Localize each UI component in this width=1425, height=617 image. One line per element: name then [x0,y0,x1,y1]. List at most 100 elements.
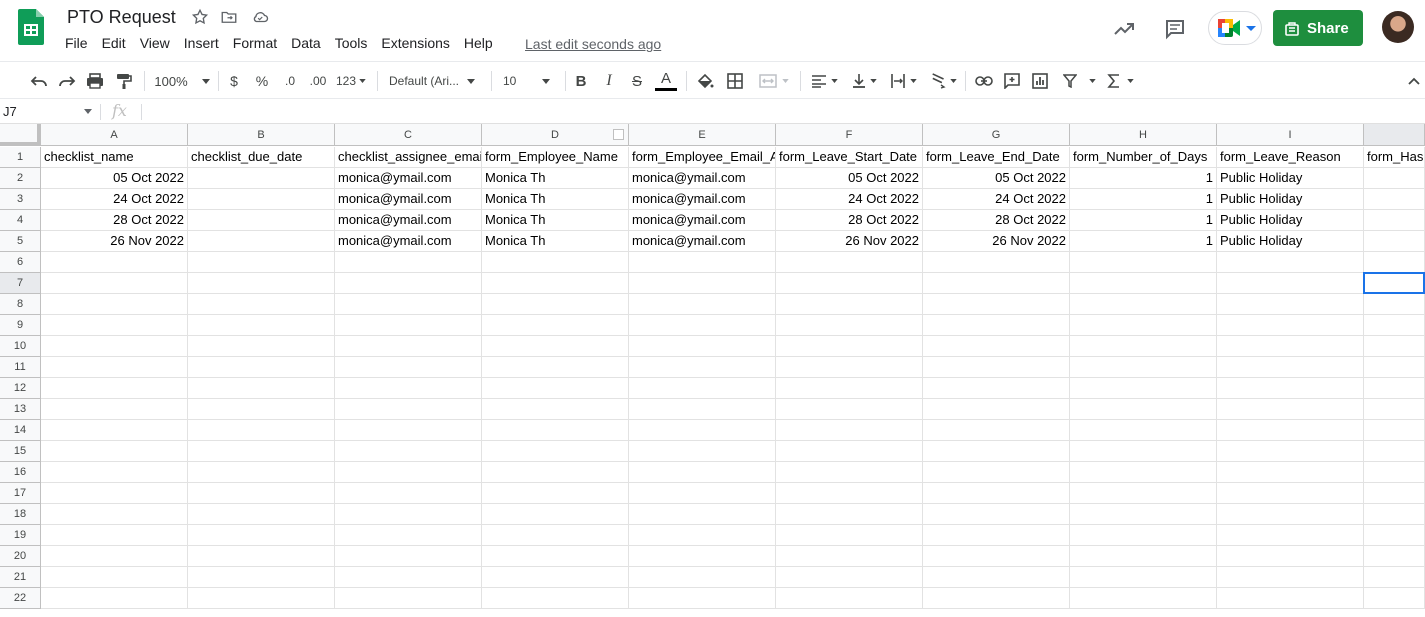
table-cell[interactable] [629,252,776,273]
table-cell[interactable]: Monica Th [482,189,629,210]
table-cell[interactable]: 05 Oct 2022 [776,168,923,189]
table-cell[interactable] [335,252,482,273]
table-cell[interactable] [1364,504,1425,525]
table-cell[interactable] [1364,441,1425,462]
table-cell[interactable] [629,273,776,294]
table-cell[interactable] [482,273,629,294]
table-cell[interactable] [335,525,482,546]
table-cell[interactable] [923,399,1070,420]
table-cell[interactable] [482,441,629,462]
table-cell[interactable] [1217,483,1364,504]
activity-dashboard-icon[interactable] [1112,17,1136,41]
table-cell[interactable] [776,504,923,525]
row-header-17[interactable]: 17 [0,483,41,504]
move-folder-icon[interactable] [220,8,238,26]
table-cell[interactable] [923,357,1070,378]
row-header-8[interactable]: 8 [0,294,41,315]
table-cell[interactable] [482,378,629,399]
table-cell[interactable] [1364,525,1425,546]
row-header-15[interactable]: 15 [0,441,41,462]
table-cell[interactable] [1364,252,1425,273]
sheets-logo-icon[interactable] [18,9,44,45]
table-cell[interactable] [629,294,776,315]
table-cell[interactable] [629,462,776,483]
menu-view[interactable]: View [140,35,170,55]
table-cell[interactable] [335,294,482,315]
currency-format-button[interactable]: $ [226,62,242,100]
table-cell[interactable] [335,504,482,525]
table-cell[interactable]: 26 Nov 2022 [776,231,923,252]
table-cell[interactable] [923,567,1070,588]
comments-icon[interactable] [1163,17,1187,41]
row-header-2[interactable]: 2 [0,168,41,189]
table-cell[interactable] [776,567,923,588]
table-cell[interactable]: Public Holiday [1217,189,1364,210]
table-cell[interactable]: monica@ymail.com [335,231,482,252]
name-box[interactable]: J7 [3,104,17,119]
menu-file[interactable]: File [65,35,88,55]
chevron-down-icon[interactable] [84,109,92,114]
header-cell[interactable]: form_Number_of_Days [1070,147,1217,168]
table-cell[interactable] [1070,462,1217,483]
table-cell[interactable] [335,546,482,567]
table-cell[interactable]: monica@ymail.com [335,168,482,189]
table-cell[interactable] [188,168,335,189]
table-cell[interactable] [1070,567,1217,588]
functions-button[interactable] [1104,62,1136,100]
table-cell[interactable] [1364,483,1425,504]
table-cell[interactable] [923,483,1070,504]
bold-button[interactable]: B [572,62,590,100]
table-cell[interactable] [1364,189,1425,210]
fill-color-button[interactable] [695,62,715,100]
insert-link-button[interactable] [974,62,994,100]
table-cell[interactable] [1070,273,1217,294]
table-cell[interactable] [776,525,923,546]
table-cell[interactable] [1070,504,1217,525]
row-header-9[interactable]: 9 [0,315,41,336]
table-cell[interactable]: Public Holiday [1217,168,1364,189]
table-cell[interactable] [1217,504,1364,525]
column-menu-icon[interactable] [613,129,624,140]
redo-button[interactable] [56,62,78,100]
column-header-c[interactable]: C [335,124,482,146]
table-cell[interactable] [1364,315,1425,336]
table-cell[interactable] [1217,546,1364,567]
table-cell[interactable] [482,420,629,441]
header-cell[interactable]: checklist_name [41,147,188,168]
table-cell[interactable]: 26 Nov 2022 [923,231,1070,252]
table-cell[interactable] [776,357,923,378]
table-cell[interactable] [1070,441,1217,462]
table-cell[interactable]: 28 Oct 2022 [776,210,923,231]
font-size-select[interactable]: 10 [503,62,557,100]
table-cell[interactable] [629,399,776,420]
menu-edit[interactable]: Edit [102,35,126,55]
table-cell[interactable] [41,294,188,315]
table-cell[interactable] [1217,336,1364,357]
text-color-button[interactable]: A [655,62,677,100]
share-button[interactable]: Share [1273,10,1363,46]
table-cell[interactable] [335,378,482,399]
table-cell[interactable] [923,588,1070,609]
last-edit-link[interactable]: Last edit seconds ago [525,36,661,52]
table-cell[interactable]: Public Holiday [1217,231,1364,252]
table-cell[interactable]: 05 Oct 2022 [41,168,188,189]
table-cell[interactable] [776,315,923,336]
row-header-18[interactable]: 18 [0,504,41,525]
row-header-20[interactable]: 20 [0,546,41,567]
cloud-status-icon[interactable] [251,8,269,26]
table-cell[interactable]: 1 [1070,189,1217,210]
table-cell[interactable] [482,315,629,336]
table-cell[interactable] [1364,273,1425,294]
table-cell[interactable] [1364,210,1425,231]
header-cell[interactable]: form_Leave_End_Date [923,147,1070,168]
column-header-j[interactable] [1364,124,1425,146]
table-cell[interactable] [188,189,335,210]
table-cell[interactable] [1070,336,1217,357]
table-cell[interactable] [482,357,629,378]
table-cell[interactable] [1070,483,1217,504]
select-all-corner[interactable] [0,124,41,146]
font-family-select[interactable]: Default (Ari... [389,62,483,100]
table-cell[interactable] [41,252,188,273]
table-cell[interactable] [41,483,188,504]
table-cell[interactable] [629,378,776,399]
